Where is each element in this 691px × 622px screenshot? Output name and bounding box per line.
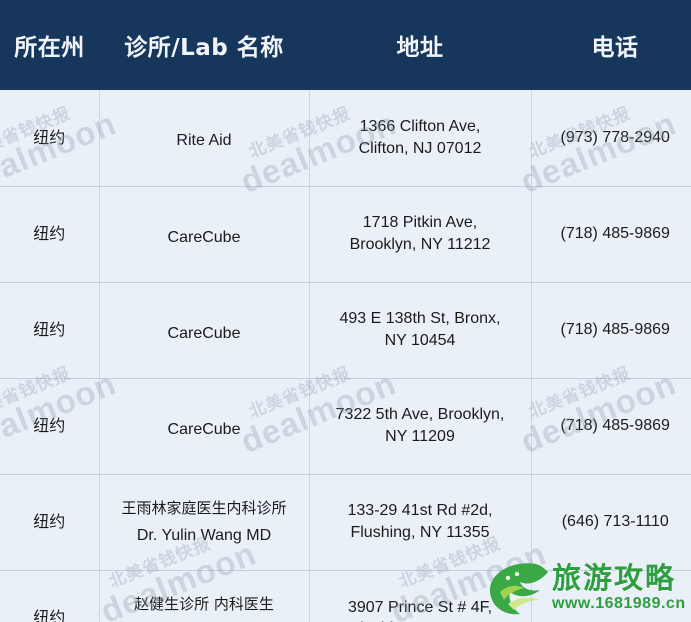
column-header-phone: 电话: [531, 0, 691, 90]
table-row: 纽约 CareCube 7322 5th Ave, Brooklyn, NY 1…: [0, 378, 691, 475]
cell-phone: (718) 485-9869: [531, 186, 691, 283]
address-line-2: Clifton, NJ 07012: [358, 139, 482, 157]
clinic-name-en: CareCube: [167, 324, 241, 342]
table-body: 纽约 Rite Aid 1366 Clifton Ave, Clifton, N…: [0, 90, 691, 622]
clinic-name-en: Dr. Yulin Wang MD: [136, 526, 272, 544]
cell-state: 纽约: [0, 474, 100, 571]
table-row: 纽约 CareCube 493 E 138th St, Bronx, NY 10…: [0, 282, 691, 379]
cell-clinic: CareCube: [99, 282, 310, 379]
cell-clinic: CareCube: [99, 186, 310, 283]
column-header-address: 地址: [309, 0, 531, 90]
address-line-1: 1718 Pitkin Ave,: [362, 214, 478, 232]
address-line-1: 133-29 41st Rd #2d,: [347, 502, 493, 520]
cell-phone: (718) 485-9869: [531, 378, 691, 475]
cell-state: 纽约: [0, 570, 100, 622]
table-header-row: 所在州 诊所/Lab 名称 地址 电话: [0, 0, 691, 90]
cell-address: 7322 5th Ave, Brooklyn, NY 11209: [309, 378, 532, 475]
address-line-1: 493 E 138th St, Bronx,: [339, 310, 501, 328]
cell-address: 133-29 41st Rd #2d, Flushing, NY 11355: [309, 474, 532, 571]
cell-phone: (646) 713-1110: [531, 474, 691, 571]
address-line-2: Flushing, NY 11355: [350, 524, 490, 541]
cell-address: 1718 Pitkin Ave, Brooklyn, NY 11212: [309, 186, 532, 283]
cell-address: 3907 Prince St # 4F, Flushing, NY 11354: [309, 570, 532, 622]
cell-state: 纽约: [0, 282, 100, 379]
address-line-1: 1366 Clifton Ave,: [359, 118, 481, 136]
cell-phone: [531, 570, 691, 622]
clinic-name-en: CareCube: [167, 228, 241, 246]
clinic-name-en: CareCube: [167, 420, 241, 438]
clinic-name-cn: 赵健生诊所 内科医生: [134, 594, 274, 613]
cell-address: 493 E 138th St, Bronx, NY 10454: [309, 282, 532, 379]
clinic-name-en: Rite Aid: [176, 132, 232, 150]
cell-state: 纽约: [0, 186, 100, 283]
cell-phone: (973) 778-2940: [531, 90, 691, 187]
cell-state: 纽约: [0, 90, 100, 187]
table-row: 纽约 CareCube 1718 Pitkin Ave, Brooklyn, N…: [0, 186, 691, 283]
clinic-name-cn: 王雨林家庭医生内科诊所: [121, 498, 287, 517]
table-header: 所在州 诊所/Lab 名称 地址 电话: [0, 0, 691, 90]
cell-clinic: Rite Aid: [99, 90, 310, 187]
cell-phone: (718) 485-9869: [531, 282, 691, 379]
cell-clinic: 赵健生诊所 内科医生 JIANSHENG ZHAO MD.: [99, 570, 310, 622]
table-row: 纽约 赵健生诊所 内科医生 JIANSHENG ZHAO MD. 3907 Pr…: [0, 570, 691, 622]
address-line-2: NY 10454: [384, 332, 456, 349]
screenshot-root: 北美省钱快报 dealmoon 北美省钱快报 dealmoon 北美省钱快报 d…: [0, 0, 691, 622]
cell-clinic: CareCube: [99, 378, 310, 475]
address-line-2: NY 11209: [385, 428, 455, 445]
column-header-state: 所在州: [0, 0, 99, 90]
cell-address: 1366 Clifton Ave, Clifton, NJ 07012: [309, 90, 532, 187]
table-row: 纽约 王雨林家庭医生内科诊所 Dr. Yulin Wang MD 133-29 …: [0, 474, 691, 571]
address-line-1: 3907 Prince St # 4F,: [347, 598, 493, 616]
address-line-1: 7322 5th Ave, Brooklyn,: [335, 406, 505, 424]
clinic-listing-table: 所在州 诊所/Lab 名称 地址 电话 纽约 Rite Aid 1366 Cli…: [0, 0, 691, 622]
address-line-2: Brooklyn, NY 11212: [349, 236, 491, 253]
column-header-clinic: 诊所/Lab 名称: [99, 0, 309, 90]
cell-clinic: 王雨林家庭医生内科诊所 Dr. Yulin Wang MD: [99, 474, 310, 571]
cell-state: 纽约: [0, 378, 100, 475]
table-row: 纽约 Rite Aid 1366 Clifton Ave, Clifton, N…: [0, 90, 691, 187]
